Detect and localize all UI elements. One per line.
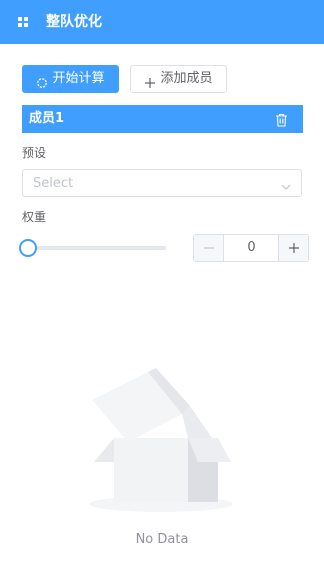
plus-icon <box>144 73 156 88</box>
member-name: 成员1 <box>29 111 65 126</box>
add-member-label: 添加成员 <box>160 71 213 86</box>
start-calculation-button[interactable]: 开始计算 <box>22 65 119 93</box>
grid-icon[interactable] <box>18 17 28 27</box>
weight-label: 权重 <box>22 210 47 224</box>
empty-text: No Data <box>135 532 189 547</box>
preset-label: 预设 <box>22 146 47 160</box>
weight-stepper: 0 <box>193 234 309 262</box>
weight-slider-track[interactable] <box>28 246 166 250</box>
empty-box-icon <box>86 366 236 516</box>
add-member-button[interactable]: 添加成员 <box>130 65 227 93</box>
start-calculation-label: 开始计算 <box>52 71 105 86</box>
weight-input[interactable]: 0 <box>225 235 278 261</box>
chevron-down-icon <box>280 178 292 190</box>
member-header: 成员1 <box>22 105 303 133</box>
minus-icon <box>203 247 214 249</box>
page-title: 整队优化 <box>46 14 102 30</box>
weight-slider-handle[interactable] <box>19 239 37 257</box>
preset-select[interactable]: Select <box>22 169 302 197</box>
plus-icon <box>288 243 299 253</box>
decrease-button[interactable] <box>194 235 224 261</box>
preset-placeholder: Select <box>33 176 74 191</box>
trash-icon[interactable] <box>275 112 288 127</box>
loading-icon <box>36 73 48 88</box>
app-header: 整队优化 <box>0 0 324 44</box>
increase-button[interactable] <box>278 235 308 261</box>
